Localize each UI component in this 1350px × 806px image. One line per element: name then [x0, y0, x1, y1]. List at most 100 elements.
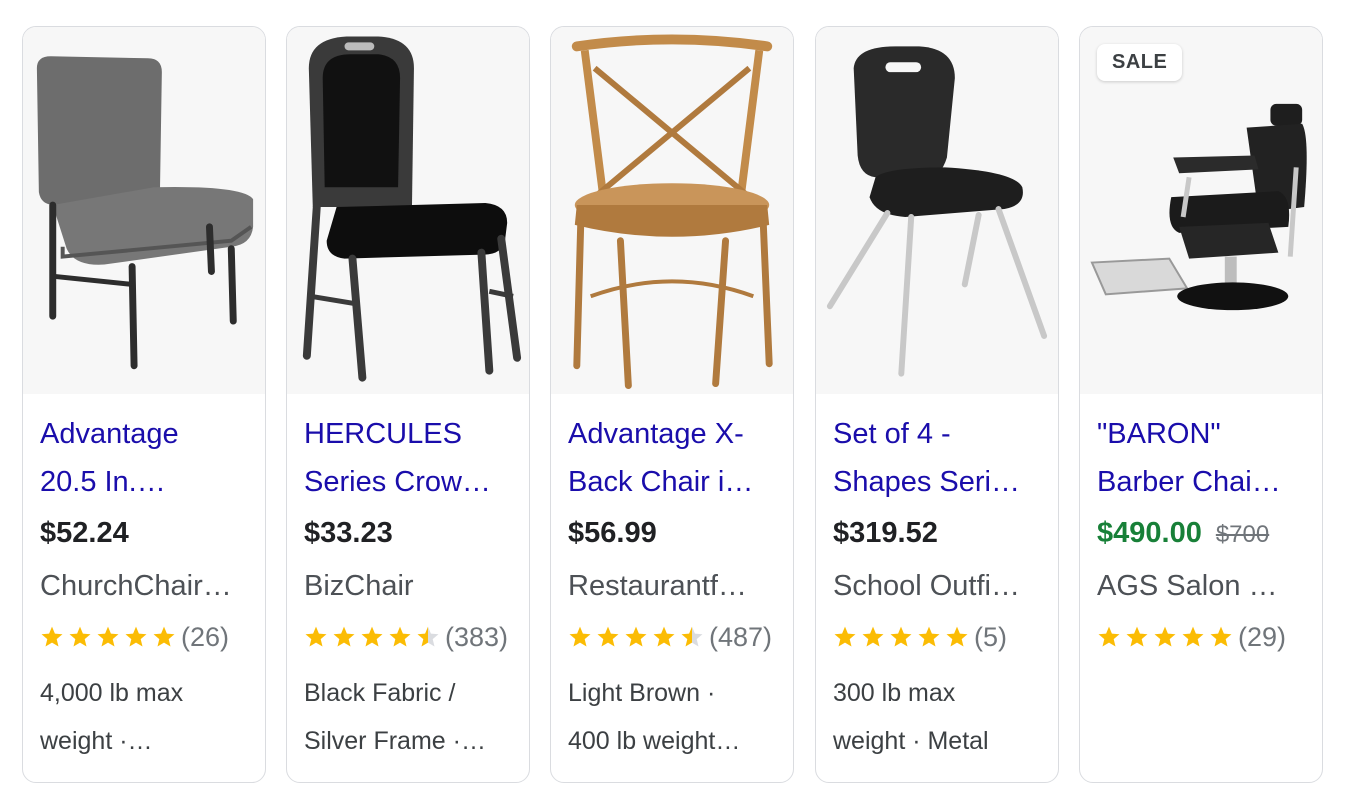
detail-line: weight ·… — [40, 727, 153, 755]
gray-fabric-stacking-chair-icon — [23, 28, 265, 393]
product-image[interactable] — [816, 27, 1058, 394]
product-title-link[interactable]: HERCULES Series Crow… — [304, 410, 516, 506]
star-full-icon — [1098, 626, 1120, 647]
product-details: 300 lb max weight · Metal — [833, 669, 1045, 765]
product-title-line: Back Chair i… — [568, 466, 754, 498]
detail-line: weight · Metal — [833, 727, 989, 755]
detail-line: Black Fabric / — [304, 679, 456, 707]
star-full-icon — [125, 626, 147, 647]
star-full-icon — [653, 626, 675, 647]
star-rating — [568, 625, 708, 649]
product-title-link[interactable]: Advantage X- Back Chair i… — [568, 410, 780, 506]
product-rating[interactable]: (26) — [40, 617, 229, 657]
product-price: $319.52 — [833, 517, 938, 549]
star-full-icon — [834, 626, 856, 647]
star-full-icon — [918, 626, 940, 647]
price-row: $52.24 — [40, 517, 129, 550]
price-row: $56.99 — [568, 517, 657, 550]
product-details: Light Brown · 400 lb weight… — [568, 669, 780, 765]
black-banquet-chair-icon — [287, 28, 529, 393]
black-barber-chair-icon — [1080, 28, 1322, 393]
star-full-icon — [41, 626, 63, 647]
product-card[interactable]: SALE "BARON" Barber Chai… $490.00 $700 AG… — [1079, 26, 1323, 783]
rating-count: (5) — [974, 621, 1007, 652]
product-image[interactable] — [1080, 27, 1322, 394]
star-full-icon — [153, 626, 175, 647]
star-rating — [40, 625, 180, 649]
detail-line: 400 lb weight… — [568, 727, 741, 755]
product-card[interactable]: Set of 4 - Shapes Seri… $319.52 School O… — [815, 26, 1059, 783]
star-full-icon — [625, 626, 647, 647]
product-title-line: HERCULES — [304, 418, 462, 450]
product-image[interactable] — [287, 27, 529, 394]
seller-name: BizChair — [304, 570, 414, 602]
star-full-icon — [1182, 626, 1204, 647]
star-full-icon — [69, 626, 91, 647]
star-full-icon — [569, 626, 591, 647]
product-rating[interactable]: (5) — [833, 617, 1007, 657]
product-title-line: 20.5 In.… — [40, 466, 166, 498]
star-full-icon — [361, 626, 383, 647]
product-card[interactable]: Advantage 20.5 In.… $52.24 ChurchChair… … — [22, 26, 266, 783]
seller-name: Restaurantf… — [568, 570, 747, 602]
rating-count: (26) — [181, 621, 230, 652]
original-price: $700 — [1215, 521, 1270, 548]
product-card[interactable]: HERCULES Series Crow… $33.23 BizChair (3… — [286, 26, 530, 783]
star-full-icon — [97, 626, 119, 647]
sale-price: $490.00 — [1097, 517, 1202, 549]
product-rating[interactable]: (487) — [568, 617, 772, 657]
star-half-icon — [417, 626, 439, 647]
product-title-line: Shapes Seri… — [833, 466, 1020, 498]
price-row: $490.00 $700 — [1097, 517, 1269, 550]
seller-name: ChurchChair… — [40, 570, 232, 602]
star-rating — [833, 625, 973, 649]
seller-name: AGS Salon … — [1097, 570, 1278, 602]
star-rating — [1097, 625, 1237, 649]
product-price: $52.24 — [40, 517, 129, 549]
product-title-line: Barber Chai… — [1097, 466, 1281, 498]
star-half-icon — [681, 626, 703, 647]
product-title-line: Advantage X- — [568, 418, 744, 450]
product-title-line: "BARON" — [1097, 418, 1221, 450]
star-full-icon — [946, 626, 968, 647]
rating-count: (29) — [1238, 621, 1287, 652]
product-price: $56.99 — [568, 517, 657, 549]
price-row: $319.52 — [833, 517, 938, 550]
product-details: 4,000 lb max weight ·… — [40, 669, 252, 765]
product-price: $33.23 — [304, 517, 393, 549]
star-full-icon — [1210, 626, 1232, 647]
product-carousel: Advantage 20.5 In.… $52.24 ChurchChair… … — [22, 26, 1328, 786]
detail-line: 4,000 lb max — [40, 679, 184, 707]
detail-line: Light Brown · — [568, 679, 716, 707]
product-title-link[interactable]: Set of 4 - Shapes Seri… — [833, 410, 1045, 506]
product-title-link[interactable]: "BARON" Barber Chai… — [1097, 410, 1309, 506]
star-full-icon — [333, 626, 355, 647]
seller-name: School Outfi… — [833, 570, 1020, 602]
product-rating[interactable]: (383) — [304, 617, 508, 657]
detail-line: 300 lb max — [833, 679, 956, 707]
product-title-link[interactable]: Advantage 20.5 In.… — [40, 410, 252, 506]
product-image[interactable] — [23, 27, 265, 394]
rating-count: (487) — [709, 621, 773, 652]
product-rating[interactable]: (29) — [1097, 617, 1286, 657]
product-image[interactable] — [551, 27, 793, 394]
star-full-icon — [597, 626, 619, 647]
star-full-icon — [890, 626, 912, 647]
rating-count: (383) — [445, 621, 509, 652]
wooden-x-back-chair-icon — [551, 28, 793, 393]
star-full-icon — [862, 626, 884, 647]
product-title-line: Set of 4 - — [833, 418, 951, 450]
sale-badge: SALE — [1097, 44, 1183, 81]
star-rating — [304, 625, 444, 649]
detail-line: Silver Frame ·… — [304, 727, 486, 755]
star-full-icon — [1154, 626, 1176, 647]
product-title-line: Series Crow… — [304, 466, 491, 498]
star-full-icon — [305, 626, 327, 647]
product-title-line: Advantage — [40, 418, 179, 450]
price-row: $33.23 — [304, 517, 393, 550]
star-full-icon — [389, 626, 411, 647]
product-details: Black Fabric / Silver Frame ·… — [304, 669, 516, 765]
star-full-icon — [1126, 626, 1148, 647]
black-shell-school-chair-icon — [816, 28, 1058, 393]
product-card[interactable]: Advantage X- Back Chair i… $56.99 Restau… — [550, 26, 794, 783]
